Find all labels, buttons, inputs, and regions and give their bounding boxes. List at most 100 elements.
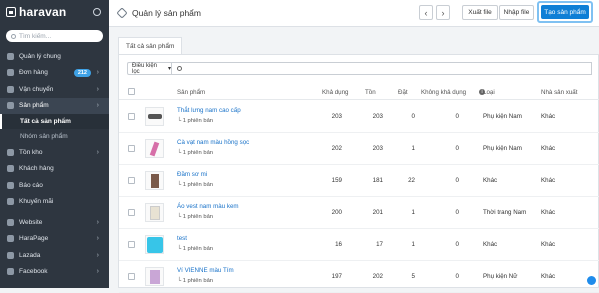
sidebar-item-label: Khuyến mãi: [19, 198, 54, 206]
product-thumbnail[interactable]: [145, 267, 164, 286]
sidebar-item-label: Website: [19, 218, 43, 226]
sidebar-item-promotions[interactable]: Khuyến mãi: [0, 194, 109, 211]
row-checkbox[interactable]: [128, 209, 135, 216]
brand[interactable]: haravan: [0, 0, 109, 24]
table-row[interactable]: Ví VIENNE màu Tím └ 1 phiên bản 197 202 5 0 Ph…: [119, 261, 599, 293]
create-product-button[interactable]: Tạo sản phẩm: [541, 5, 589, 19]
tab-all-products[interactable]: Tất cả sản phẩm: [118, 37, 183, 54]
stock-cell: 201: [372, 209, 383, 216]
unavailable-cell: 0: [455, 209, 459, 216]
import-file-button[interactable]: Nhập file: [499, 5, 534, 20]
column-header-available[interactable]: Khả dụng: [322, 89, 349, 96]
type-cell: Phụ kiện Nữ: [483, 273, 518, 280]
column-header-type[interactable]: Loại: [483, 89, 495, 96]
type-cell: Khác: [483, 241, 498, 248]
type-cell: Phụ kiện Nam: [483, 145, 522, 152]
table-row[interactable]: Thắt lưng nam cao cấp └ 1 phiên bản 203 203…: [119, 101, 599, 133]
unavailable-cell: 0: [455, 145, 459, 152]
sidebar-item-overview[interactable]: Quản lý chung: [0, 48, 109, 65]
sidebar-item-shipping[interactable]: Vận chuyển ›: [0, 81, 109, 98]
product-name-link[interactable]: Đầm sơ mi: [177, 171, 207, 178]
prev-page-button[interactable]: ‹: [419, 5, 433, 20]
column-header-product[interactable]: Sản phẩm: [177, 89, 205, 96]
ordered-cell: 1: [411, 209, 415, 216]
product-name-link[interactable]: Cà vạt nam màu hồng sọc: [177, 139, 249, 146]
product-name-link[interactable]: Thắt lưng nam cao cấp: [177, 107, 241, 114]
product-thumbnail[interactable]: [145, 235, 164, 254]
column-header-stock[interactable]: Tồn: [365, 89, 376, 96]
filter-bar: Điều kiện lọc ▾: [127, 62, 592, 75]
product-search-input[interactable]: [172, 62, 592, 75]
product-thumbnail[interactable]: [145, 171, 164, 190]
sidebar-search-input[interactable]: Tìm kiếm...: [6, 30, 103, 42]
ordered-cell: 0: [411, 113, 415, 120]
vendor-cell: Khác: [541, 145, 556, 152]
sidebar-item-reports[interactable]: Báo cáo: [0, 177, 109, 194]
row-checkbox[interactable]: [128, 145, 135, 152]
product-thumbnail[interactable]: [145, 139, 164, 158]
orders-icon: [7, 69, 14, 77]
table-row[interactable]: Đầm sơ mi └ 1 phiên bản 159 181 22 0 Khác Khác: [119, 165, 599, 197]
row-checkbox[interactable]: [128, 177, 135, 184]
product-name-link[interactable]: test: [177, 235, 187, 242]
stock-cell: 203: [372, 113, 383, 120]
type-cell: Phụ kiện Nam: [483, 113, 522, 120]
filter-condition-dropdown[interactable]: Điều kiện lọc ▾: [127, 62, 172, 75]
row-checkbox[interactable]: [128, 241, 135, 248]
lazada-icon: [7, 251, 14, 259]
product-name-link[interactable]: Áo vest nam màu kem: [177, 203, 239, 210]
main-content: Quản lý sản phẩm ‹ › Xuất file Nhập file…: [109, 0, 599, 293]
filter-label: Điều kiện lọc: [132, 62, 158, 75]
brand-name: haravan: [19, 5, 67, 19]
select-all-checkbox[interactable]: [128, 88, 135, 95]
sidebar-item-lazada[interactable]: Lazada ›: [0, 247, 109, 264]
type-cell: Khác: [483, 177, 498, 184]
eye-icon[interactable]: [93, 8, 101, 16]
sidebar-item-label: Khách hàng: [19, 165, 54, 173]
sidebar-item-orders[interactable]: Đơn hàng 212 ›: [0, 65, 109, 82]
sidebar-item-products[interactable]: Sản phẩm ›: [0, 97, 109, 114]
page-icon: [7, 235, 14, 243]
sidebar-item-website[interactable]: Website ›: [0, 214, 109, 231]
globe-icon: [7, 218, 14, 226]
row-checkbox[interactable]: [128, 273, 135, 280]
sidebar-item-label: Vận chuyển: [19, 85, 54, 93]
product-thumbnail[interactable]: [145, 107, 164, 126]
user-icon: [7, 165, 14, 173]
search-icon: [11, 33, 16, 39]
product-name-link[interactable]: Ví VIENNE màu Tím: [177, 267, 234, 274]
sidebar-item-harapage[interactable]: HaraPage ›: [0, 231, 109, 248]
column-header-unavailable[interactable]: Không khả dụng: [421, 89, 466, 96]
variant-count: └ 1 phiên bản: [177, 150, 214, 156]
table-row[interactable]: Áo vest nam màu kem └ 1 phiên bản 200 201 1 0…: [119, 197, 599, 229]
vendor-cell: Khác: [541, 113, 556, 120]
table-row[interactable]: Cà vạt nam màu hồng sọc └ 1 phiên bản 202 2…: [119, 133, 599, 165]
table-row[interactable]: test └ 1 phiên bản 16 17 1 0 Khác Khác: [119, 229, 599, 261]
sidebar-subitem-product-groups[interactable]: Nhóm sản phẩm: [0, 129, 109, 144]
sidebar-subitem-all-products[interactable]: Tất cả sản phẩm: [0, 114, 109, 129]
column-header-ordered[interactable]: Đặt: [398, 89, 408, 96]
sidebar-item-label: Lazada: [19, 251, 41, 259]
stock-cell: 202: [372, 273, 383, 280]
product-thumbnail[interactable]: [145, 203, 164, 222]
sidebar-item-customers[interactable]: Khách hàng: [0, 161, 109, 178]
chat-icon[interactable]: [587, 276, 596, 285]
export-file-button[interactable]: Xuất file: [462, 5, 498, 20]
sidebar-item-label: Đơn hàng: [19, 69, 48, 77]
ordered-cell: 1: [411, 241, 415, 248]
unavailable-cell: 0: [455, 273, 459, 280]
sidebar-item-inventory[interactable]: Tồn kho ›: [0, 144, 109, 161]
stock-cell: 17: [376, 241, 383, 248]
chevron-right-icon: ›: [96, 85, 99, 93]
row-checkbox[interactable]: [128, 113, 135, 120]
chart-icon: [7, 181, 14, 189]
variant-count: └ 1 phiên bản: [177, 182, 214, 188]
available-cell: 203: [331, 113, 342, 120]
vest-thumbnail-icon: [149, 205, 160, 220]
column-header-vendor[interactable]: Nhà sản xuất: [541, 89, 577, 96]
next-page-button[interactable]: ›: [436, 5, 450, 20]
sidebar-item-label: Quản lý chung: [19, 52, 61, 60]
sidebar-item-label: Facebook: [19, 268, 48, 276]
truck-icon: [7, 85, 14, 93]
sidebar-item-facebook[interactable]: Facebook ›: [0, 264, 109, 281]
